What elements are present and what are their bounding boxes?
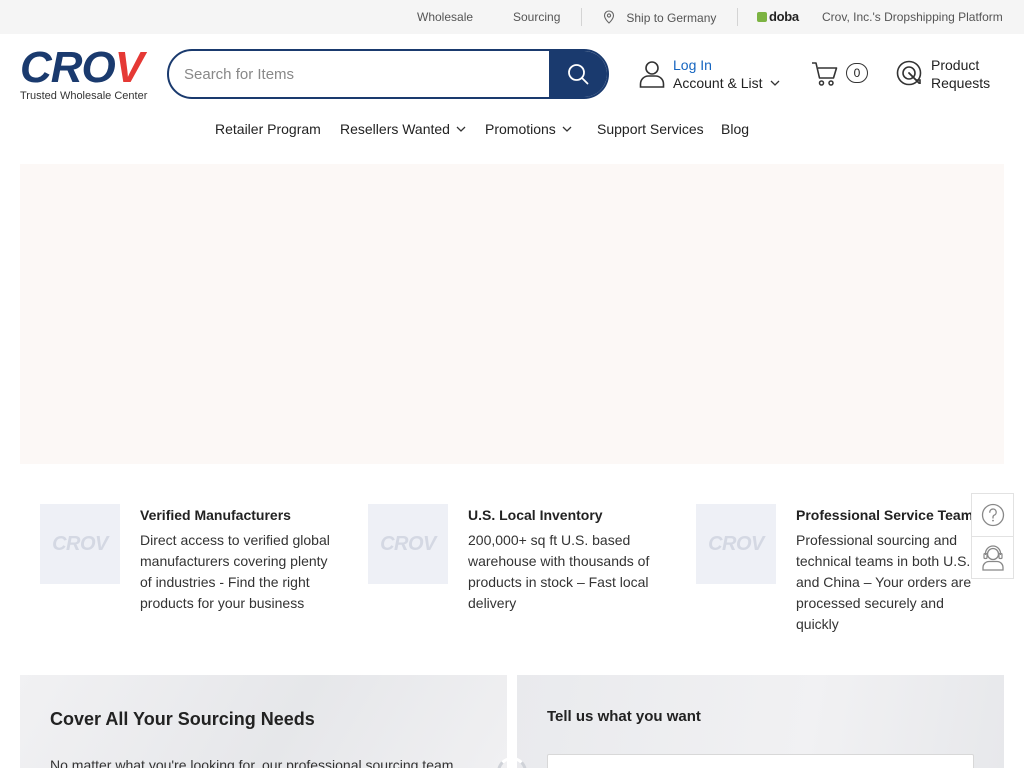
feature-title: Professional Service Team [796, 507, 974, 523]
nav-item-resellers-wanted[interactable]: Resellers Wanted [340, 121, 466, 137]
nav-item-retailer-program[interactable]: Retailer Program [215, 121, 321, 137]
product-request-icon [896, 60, 922, 86]
panel-title: Cover All Your Sourcing Needs [50, 709, 315, 729]
location-pin-icon [603, 10, 615, 24]
dropshipping-platform-link[interactable]: Crov, Inc.'s Dropshipping Platform [822, 10, 1003, 24]
divider [581, 8, 582, 26]
user-icon [639, 61, 665, 88]
hero-banner[interactable] [20, 164, 1004, 464]
help-button[interactable] [972, 494, 1013, 536]
logo-tagline: Trusted Wholesale Center [20, 90, 148, 102]
feature-description: 200,000+ sq ft U.S. based warehouse with… [468, 532, 650, 611]
panel-text: No matter what you're looking for, our p… [50, 757, 454, 768]
chevron-down-icon [562, 126, 572, 132]
main-nav: Retailer Program Resellers Wanted Promot… [0, 121, 1024, 139]
product-requests-link[interactable]: Product Requests [896, 56, 990, 93]
nav-item-promotions[interactable]: Promotions [485, 121, 572, 137]
logo-wordmark: CROV [20, 43, 144, 92]
question-circle-icon [981, 503, 1004, 527]
chevron-down-icon [770, 80, 780, 86]
ship-to-label: Ship to Germany [626, 11, 717, 25]
search-bar [167, 49, 609, 99]
search-button[interactable] [549, 51, 607, 97]
customer-service-button[interactable] [972, 536, 1013, 578]
floating-side-tools [971, 493, 1014, 579]
feature-image-placeholder: CROV [368, 504, 448, 584]
account-list-label: Account & List [673, 75, 763, 91]
feature-image-placeholder: CROV [40, 504, 120, 584]
sourcing-link[interactable]: Sourcing [513, 10, 560, 24]
panel-title: Tell us what you want [547, 708, 701, 725]
nav-item-support-services[interactable]: Support Services [597, 121, 704, 137]
crov-logo[interactable]: CROV Trusted Wholesale Center [20, 43, 148, 103]
login-link[interactable]: Log In [673, 57, 712, 73]
request-input[interactable] [547, 754, 974, 768]
search-icon [568, 64, 589, 85]
feature-title: U.S. Local Inventory [468, 507, 603, 523]
cart-button[interactable]: 0 [811, 60, 868, 93]
feature-title: Verified Manufacturers [140, 507, 291, 523]
divider [737, 8, 738, 26]
account-list-dropdown[interactable]: Account & List [673, 75, 780, 91]
product-requests-label: Product Requests [931, 57, 991, 91]
doba-logo-text: doba [769, 9, 799, 24]
shopping-cart-icon [812, 62, 838, 86]
search-input[interactable] [169, 51, 551, 97]
cart-count-badge: 0 [846, 63, 868, 83]
doba-logo[interactable]: doba [757, 9, 809, 24]
chevron-down-icon [456, 126, 466, 132]
customer-service-icon [981, 544, 1004, 571]
feature-description: Professional sourcing and technical team… [796, 532, 972, 632]
ship-to-selector[interactable]: Ship to Germany [603, 10, 716, 25]
wholesale-link[interactable]: Wholesale [417, 10, 473, 24]
nav-item-blog[interactable]: Blog [721, 121, 749, 137]
top-utility-bar: Wholesale Sourcing Ship to Germany doba … [0, 0, 1024, 34]
request-form-panel: Tell us what you want [517, 675, 1004, 768]
sourcing-needs-panel: Cover All Your Sourcing Needs No matter … [20, 675, 507, 768]
feature-description: Direct access to verified global manufac… [140, 532, 330, 611]
doba-logo-mark [757, 12, 767, 22]
feature-image-placeholder: CROV [696, 504, 776, 584]
